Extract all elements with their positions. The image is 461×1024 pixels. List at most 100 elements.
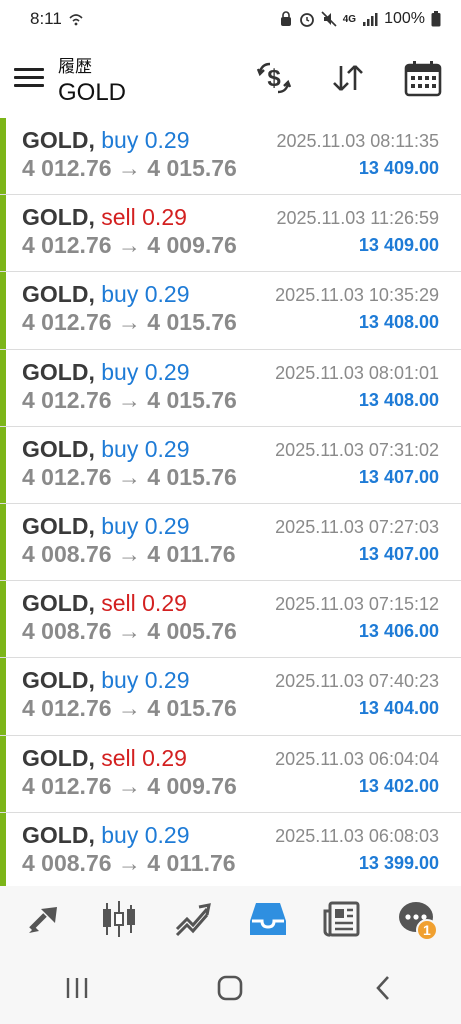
trade-row[interactable]: GOLD, buy 0.29 4 012.76 → 4 015.76 2025.11… [0,118,461,196]
trade-side: buy [101,667,139,694]
trade-row[interactable]: GOLD, sell 0.29 4 008.76 → 4 005.76 2025.1… [0,581,461,659]
currency-exchange-icon[interactable]: $ [254,58,294,98]
trade-row[interactable]: GOLD, buy 0.29 4 008.76 → 4 011.76 2025.11… [0,812,461,890]
trade-symbol: GOLD, [22,204,95,231]
sort-icon[interactable] [328,58,368,98]
trade-balance: 13 404.00 [358,698,439,719]
trade-row[interactable]: GOLD, buy 0.29 4 012.76 → 4 015.76 2025.11… [0,658,461,736]
home-icon[interactable] [210,968,250,1008]
trade-symbol: GOLD, [22,744,95,771]
trade-prices: 4 012.76 → 4 015.76 [22,309,237,336]
trade-time: 2025.11.03 06:04:04 [275,748,439,769]
trade-accent-bar [0,503,6,581]
back-icon[interactable] [364,968,404,1008]
trade-symbol: GOLD, [22,358,95,385]
chart-candles-icon[interactable] [95,895,143,943]
status-time: 8:11 [30,9,62,28]
trade-side: sell [101,204,136,231]
trade-volume: 0.29 [144,821,190,848]
trade-time: 2025.11.03 07:27:03 [275,516,439,537]
trade-time: 2025.11.03 07:31:02 [275,439,439,460]
trade-volume: 0.29 [144,512,190,539]
trade-side: buy [101,821,139,848]
page-subtitle: 履歴 [58,57,92,76]
trade-title: GOLD, sell 0.29 [22,204,187,231]
trade-row[interactable]: GOLD, sell 0.29 4 012.76 → 4 009.76 2025.1… [0,735,461,813]
trade-title: GOLD, buy 0.29 [22,513,189,540]
svg-text:$: $ [267,65,281,92]
trade-side: sell [101,744,136,771]
trade-volume: 0.29 [142,590,187,617]
trade-row[interactable]: GOLD, buy 0.29 4 012.76 → 4 015.76 2025.11… [0,349,461,427]
news-icon[interactable] [318,895,366,943]
trade-accent-bar [0,658,6,735]
wifi-calling-icon [69,14,83,26]
trade-volume: 0.29 [144,435,190,462]
trade-title: GOLD, buy 0.29 [22,359,189,386]
trade-balance: 13 409.00 [358,235,439,256]
trade-row[interactable]: GOLD, buy 0.29 4 008.76 → 4 011.76 2025.11… [0,503,461,582]
alarm-lock-icon [280,11,291,26]
trade-time: 2025.11.03 07:40:23 [275,671,439,692]
chat-badge: 1 [415,919,438,941]
trade-symbol: GOLD, [22,590,95,617]
trade-side: sell [101,590,136,617]
trade-title: GOLD, sell 0.29 [22,590,187,617]
header-titles: 履歴 GOLD [58,52,126,107]
trade-symbol: GOLD, [22,127,95,153]
trade-title: GOLD, sell 0.29 [22,745,187,772]
trade-balance: 13 406.00 [358,621,439,642]
trade-prices: 4 008.76 → 4 011.76 [22,849,236,876]
trade-volume: 0.29 [142,204,187,231]
trade-prices: 4 012.76 → 4 009.76 [22,772,237,799]
trade-row[interactable]: GOLD, buy 0.29 4 012.76 → 4 015.76 2025.11… [0,426,461,504]
trade-symbol: GOLD, [22,281,95,308]
trade-accent-bar [0,118,6,195]
trade-prices: 4 012.76 → 4 015.76 [22,695,237,722]
system-nav [0,952,461,1024]
trade-side: buy [101,281,139,308]
trade-symbol: GOLD, [22,435,95,462]
trade-time: 2025.11.03 06:08:03 [275,825,439,846]
trade-time: 2025.11.03 11:26:59 [276,208,439,229]
trade-balance: 13 408.00 [358,312,439,333]
inbox-icon[interactable] [244,895,292,943]
trade-balance: 13 408.00 [358,389,439,410]
battery-percent: 100% [384,10,425,27]
trade-prices: 4 008.76 → 4 005.76 [22,618,237,645]
trade-prices: 4 008.76 → 4 011.76 [22,540,236,567]
trade-accent-bar [0,812,6,889]
trade-title: GOLD, buy 0.29 [22,281,189,308]
trade-icon[interactable] [21,895,69,943]
trade-volume: 0.29 [144,127,190,153]
trade-volume: 0.29 [144,667,190,694]
trade-time: 2025.11.03 08:01:01 [275,362,439,383]
trade-prices: 4 012.76 → 4 015.76 [22,386,237,413]
trade-volume: 0.29 [144,358,190,385]
trade-title: GOLD, buy 0.29 [22,127,189,154]
trade-accent-bar [0,426,6,503]
signal-icon [363,13,378,26]
trade-balance: 13 407.00 [358,543,439,564]
trend-icon[interactable] [169,895,217,943]
trade-time: 2025.11.03 08:11:35 [276,131,439,151]
trade-row[interactable]: GOLD, buy 0.29 4 012.76 → 4 015.76 2025.11… [0,272,461,350]
trade-accent-bar [0,272,6,349]
trade-accent-bar [0,735,6,812]
chat-icon[interactable]: 1 [392,895,440,943]
mute-icon [321,11,337,27]
trade-balance: 13 399.00 [358,852,439,873]
trade-symbol: GOLD, [22,512,95,539]
trade-accent-bar [0,581,6,658]
calendar-icon[interactable] [403,58,443,98]
trade-row[interactable]: GOLD, sell 0.29 4 012.76 → 4 009.76 2025.1… [0,195,461,273]
menu-icon[interactable] [14,68,44,90]
trade-title: GOLD, buy 0.29 [22,822,189,849]
trade-time: 2025.11.03 07:15:12 [275,594,439,615]
status-bar: 8:11 4G 100% [0,0,461,38]
trade-side: buy [101,358,139,385]
trade-time: 2025.11.03 10:35:29 [275,285,439,306]
trade-accent-bar [0,195,6,272]
network-type: 4G [342,13,357,25]
recents-icon[interactable] [57,968,97,1008]
